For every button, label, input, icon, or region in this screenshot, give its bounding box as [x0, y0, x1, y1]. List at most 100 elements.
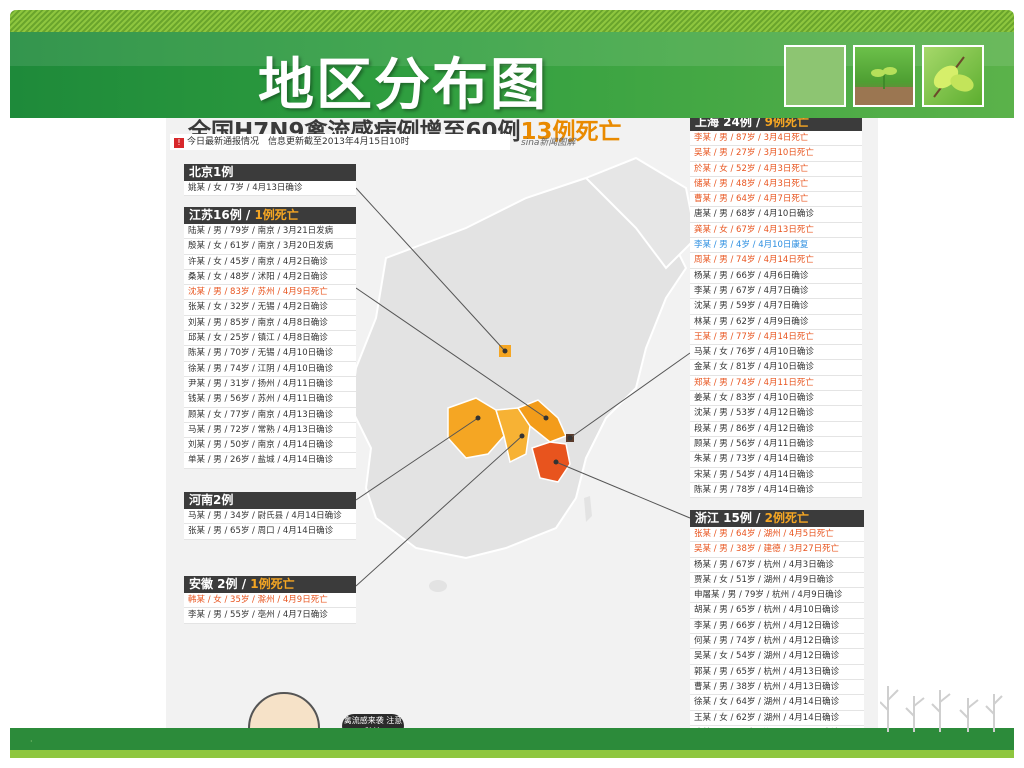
sprout-icon — [855, 67, 913, 105]
panel-zhejiang: 浙江 15例 / 2例死亡 张某 / 男 / 64岁 / 湖州 / 4月5日死亡… — [690, 510, 864, 738]
case-list: 张某 / 男 / 64岁 / 湖州 / 4月5日死亡 吴某 / 男 / 38岁 /… — [690, 527, 864, 738]
case-row: 胡某 / 男 / 65岁 / 杭州 / 4月10日确诊 — [690, 603, 864, 619]
case-row: 吴某 / 女 / 54岁 / 湖州 / 4月12日确诊 — [690, 649, 864, 665]
thumbnail-leaves — [922, 45, 984, 107]
panel-shanghai: 上海 24例 / 9例死亡 李某 / 男 / 87岁 / 3月4日死亡 吴某 / … — [690, 118, 862, 499]
case-row: 杨某 / 男 / 67岁 / 杭州 / 4月3日确诊 — [690, 558, 864, 573]
case-row: 顾某 / 女 / 77岁 / 南京 / 4月13日确诊 — [184, 408, 356, 423]
case-row: 唐某 / 男 / 68岁 / 4月10日确诊 — [690, 207, 862, 223]
case-row: 杨某 / 男 / 66岁 / 4月6日确诊 — [690, 269, 862, 284]
case-row: 王某 / 男 / 77岁 / 4月14日死亡 — [690, 330, 862, 346]
case-row: 钱某 / 男 / 56岁 / 苏州 / 4月11日确诊 — [184, 392, 356, 408]
case-row: 周某 / 男 / 74岁 / 4月14日死亡 — [690, 253, 862, 269]
case-row: 单某 / 男 / 26岁 / 盐城 / 4月14日确诊 — [184, 453, 356, 469]
panel-anhui: 安徽 2例 / 1例死亡 韩某 / 女 / 35岁 / 滁州 / 4月9日死亡李… — [184, 576, 356, 624]
case-row: 徐某 / 女 / 64岁 / 湖州 / 4月14日确诊 — [690, 695, 864, 711]
case-row: 桑某 / 女 / 48岁 / 沭阳 / 4月2日确诊 — [184, 270, 356, 286]
panel-title: 北京1例 — [184, 164, 356, 181]
case-row: 李某 / 男 / 66岁 / 杭州 / 4月12日确诊 — [690, 619, 864, 635]
dot-beijing — [502, 348, 508, 354]
footer-stripe — [10, 750, 1014, 758]
case-row: 朱某 / 男 / 73岁 / 4月14日确诊 — [690, 452, 862, 468]
taiwan-region — [584, 496, 592, 522]
case-row: 沈某 / 男 / 53岁 / 4月12日确诊 — [690, 406, 862, 422]
case-row: 储某 / 男 / 48岁 / 4月3日死亡 — [690, 177, 862, 193]
case-row: 吴某 / 男 / 27岁 / 3月10日死亡 — [690, 146, 862, 162]
case-row: 邱某 / 女 / 25岁 / 镇江 / 4月8日确诊 — [184, 331, 356, 347]
case-row: 马某 / 男 / 34岁 / 尉氏县 / 4月14日确诊 — [184, 509, 356, 525]
leaf-icon — [933, 56, 974, 98]
case-row: 段某 / 男 / 86岁 / 4月12日确诊 — [690, 422, 862, 437]
china-outline — [349, 176, 688, 560]
panel-title: 江苏16例 / 1例死亡 — [184, 207, 356, 224]
dot-zhejiang — [553, 459, 559, 465]
case-row: 曹某 / 男 / 38岁 / 杭州 / 4月13日确诊 — [690, 680, 864, 696]
case-row: 王某 / 女 / 62岁 / 湖州 / 4月14日确诊 — [690, 711, 864, 726]
case-row: 张某 / 男 / 64岁 / 湖州 / 4月5日死亡 — [690, 527, 864, 543]
case-row: 沈某 / 男 / 83岁 / 苏州 / 4月9日死亡 — [184, 285, 356, 301]
case-row: 刘某 / 男 / 85岁 / 南京 / 4月8日确诊 — [184, 316, 356, 332]
case-row: 吴某 / 男 / 38岁 / 建德 / 3月27日死亡 — [690, 542, 864, 558]
case-row: 申屠某 / 男 / 79岁 / 杭州 / 4月9日确诊 — [690, 588, 864, 604]
case-row: 曹某 / 男 / 64岁 / 4月7日死亡 — [690, 192, 862, 208]
case-row: 尹某 / 男 / 31岁 / 扬州 / 4月11日确诊 — [184, 377, 356, 393]
case-row: 李某 / 男 / 87岁 / 3月4日死亡 — [690, 131, 862, 147]
panel-beijing: 北京1例 姚某 / 女 / 7岁 / 4月13日确诊 — [184, 164, 356, 197]
dot-shanghai — [567, 435, 573, 441]
thumbnail-plain — [784, 45, 846, 107]
update-note: ! 今日最新通报情况 信息更新截至2013年4月15日10时 — [170, 134, 510, 150]
case-row: 李某 / 男 / 67岁 / 4月7日确诊 — [690, 284, 862, 300]
header-stripe — [10, 10, 1014, 32]
source-logo: sina新闻图解 — [521, 138, 576, 148]
case-row: 姜某 / 女 / 83岁 / 4月10日确诊 — [690, 391, 862, 407]
slide-title: 地区分布图 — [258, 53, 548, 118]
case-row: 马某 / 女 / 76岁 / 4月10日确诊 — [690, 345, 862, 361]
dot-anhui — [519, 433, 525, 439]
case-row: 刘某 / 男 / 50岁 / 南京 / 4月14日确诊 — [184, 438, 356, 454]
case-row: 韩某 / 女 / 35岁 / 滁州 / 4月9日死亡 — [184, 593, 356, 609]
warning-icon: ! — [174, 138, 184, 148]
hainan-region — [429, 580, 447, 592]
case-list: 韩某 / 女 / 35岁 / 滁州 / 4月9日死亡 李某 / 男 / 55岁 /… — [184, 593, 356, 624]
case-row: 宋某 / 男 / 54岁 / 4月14日确诊 — [690, 468, 862, 483]
case-row: 张某 / 男 / 65岁 / 周口 / 4月14日确诊 — [184, 524, 356, 540]
panel-title: 上海 24例 / 9例死亡 — [690, 118, 862, 131]
dot-henan — [475, 415, 481, 421]
case-list: 陆某 / 男 / 79岁 / 南京 / 3月21日发病 殷某 / 女 / 61岁 … — [184, 224, 356, 469]
panel-henan: 河南2例 马某 / 男 / 34岁 / 尉氏县 / 4月14日确诊 张某 / 男 … — [184, 492, 356, 540]
case-row: 龚某 / 女 / 67岁 / 4月13日死亡 — [690, 223, 862, 239]
case-row: 沈某 / 男 / 59岁 / 4月7日确诊 — [690, 299, 862, 315]
case-row: 姚某 / 女 / 7岁 / 4月13日确诊 — [184, 181, 356, 197]
case-row: 陆某 / 男 / 79岁 / 南京 / 3月21日发病 — [184, 224, 356, 240]
panel-title: 河南2例 — [184, 492, 356, 509]
case-row: 殷某 / 女 / 61岁 / 南京 / 3月20日发病 — [184, 239, 356, 255]
grass-decoration-icon — [880, 686, 1003, 732]
case-row: 金某 / 女 / 81岁 / 4月10日确诊 — [690, 360, 862, 376]
case-row: 郑某 / 男 / 74岁 / 4月11日死亡 — [690, 376, 862, 392]
case-list: 姚某 / 女 / 7岁 / 4月13日确诊 — [184, 181, 356, 197]
case-row: 陈某 / 男 / 78岁 / 4月14日确诊 — [690, 483, 862, 499]
panel-jiangsu: 江苏16例 / 1例死亡 陆某 / 男 / 79岁 / 南京 / 3月21日发病… — [184, 207, 356, 469]
thumbnail-sprout — [853, 45, 915, 107]
case-row: 马某 / 男 / 72岁 / 常熟 / 4月13日确诊 — [184, 423, 356, 439]
panel-title: 安徽 2例 / 1例死亡 — [184, 576, 356, 593]
panel-title: 浙江 15例 / 2例死亡 — [690, 510, 864, 527]
case-row: 张某 / 女 / 32岁 / 无锡 / 4月2日确诊 — [184, 300, 356, 316]
case-row: 贾某 / 女 / 51岁 / 湖州 / 4月9日确诊 — [690, 573, 864, 589]
case-row: 顾某 / 男 / 56岁 / 4月11日确诊 — [690, 437, 862, 453]
footer-dot: · — [30, 737, 33, 746]
case-row: 於某 / 女 / 52岁 / 4月3日死亡 — [690, 162, 862, 177]
case-row: 郭某 / 男 / 65岁 / 杭州 / 4月13日确诊 — [690, 665, 864, 680]
case-row: 徐某 / 男 / 74岁 / 江阴 / 4月10日确诊 — [184, 362, 356, 377]
dot-jiangsu — [543, 415, 549, 421]
case-row: 陈某 / 男 / 70岁 / 无锡 / 4月10日确诊 — [184, 346, 356, 362]
case-row: 李某 / 男 / 4岁 / 4月10日康复 — [690, 238, 862, 254]
h7n9-infographic: 全国H7N9禽流感病例增至60例13例死亡 ! 今日最新通报情况 信息更新截至20… — [166, 118, 878, 738]
case-row: 李某 / 男 / 55岁 / 亳州 / 4月7日确诊 — [184, 608, 356, 624]
case-list: 李某 / 男 / 87岁 / 3月4日死亡 吴某 / 男 / 27岁 / 3月10… — [690, 131, 862, 499]
case-row: 何某 / 男 / 74岁 / 杭州 / 4月12日确诊 — [690, 634, 864, 650]
footer-band — [10, 728, 1014, 750]
case-row: 林某 / 男 / 62岁 / 4月9日确诊 — [690, 315, 862, 330]
case-row: 许某 / 女 / 45岁 / 南京 / 4月2日确诊 — [184, 255, 356, 270]
case-list: 马某 / 男 / 34岁 / 尉氏县 / 4月14日确诊 张某 / 男 / 65岁… — [184, 509, 356, 540]
